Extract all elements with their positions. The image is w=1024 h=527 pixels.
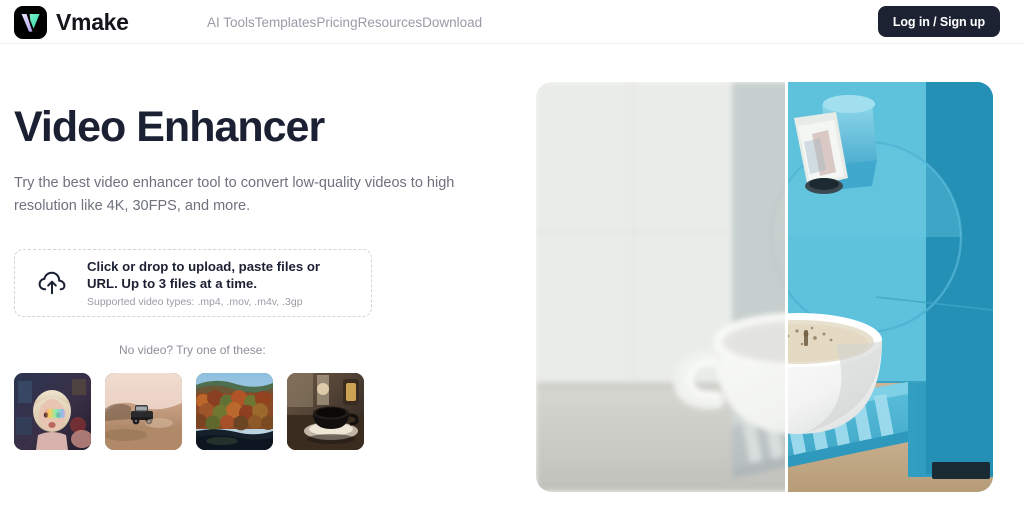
page-title: Video Enhancer	[14, 103, 325, 151]
vmake-logo-icon	[14, 5, 47, 39]
upload-text-block: Click or drop to upload, paste files or …	[87, 258, 337, 308]
comparison-slider-handle[interactable]	[785, 82, 788, 492]
login-signup-button[interactable]: Log in / Sign up	[877, 6, 1000, 37]
desert-truck-thumbnail[interactable]	[105, 373, 182, 451]
upload-supported-types: Supported video types: .mp4, .mov, .m4v,…	[87, 295, 303, 308]
sample-thumbnail-row	[14, 373, 524, 451]
page-subtitle: Try the best video enhancer tool to conv…	[14, 175, 455, 214]
hero-left-column: Video Enhancer Try the best video enhanc…	[14, 44, 524, 451]
upload-dropzone[interactable]: Click or drop to upload, paste files or …	[14, 249, 372, 318]
upload-primary-text: Click or drop to upload, paste files or …	[87, 258, 321, 292]
before-after-comparison[interactable]	[536, 82, 993, 492]
nav-item-download[interactable]: Download	[422, 9, 482, 36]
samples-label: No video? Try one of these:	[119, 343, 266, 358]
page-root: Vmake AI Tools Templates Pricing Resourc…	[0, 0, 1024, 527]
nav-item-pricing[interactable]: Pricing	[316, 9, 357, 36]
brand-logo[interactable]: Vmake	[14, 5, 129, 39]
portrait-rainbow-light-thumbnail[interactable]	[14, 373, 91, 451]
brand-name: Vmake	[56, 8, 129, 35]
nav-item-ai-tools[interactable]: AI Tools	[207, 9, 255, 36]
site-header: Vmake AI Tools Templates Pricing Resourc…	[0, 0, 1024, 44]
autumn-forest-thumbnail[interactable]	[196, 373, 273, 451]
nav-item-resources[interactable]: Resources	[358, 9, 423, 36]
coffee-cup-thumbnail[interactable]	[287, 373, 364, 451]
main-nav: AI Tools Templates Pricing Resources Dow…	[207, 0, 482, 44]
cloud-upload-icon	[35, 268, 71, 298]
nav-item-templates[interactable]: Templates	[255, 9, 317, 36]
